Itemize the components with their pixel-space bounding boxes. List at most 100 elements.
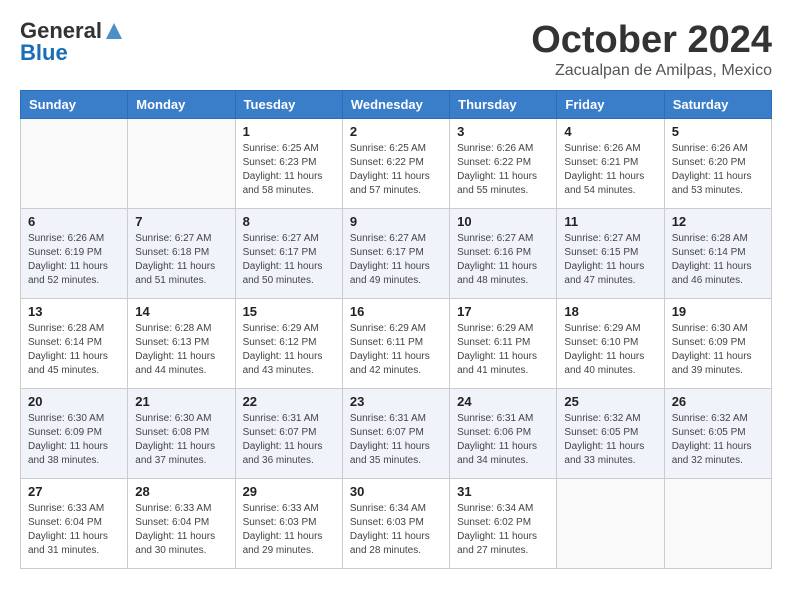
calendar-cell: 7 Sunrise: 6:27 AM Sunset: 6:18 PM Daylig… xyxy=(128,208,235,298)
day-number: 18 xyxy=(564,304,656,319)
day-number: 7 xyxy=(135,214,227,229)
calendar-cell: 16 Sunrise: 6:29 AM Sunset: 6:11 PM Dayli… xyxy=(342,298,449,388)
day-number: 20 xyxy=(28,394,120,409)
day-number: 24 xyxy=(457,394,549,409)
calendar-cell: 13 Sunrise: 6:28 AM Sunset: 6:14 PM Dayli… xyxy=(21,298,128,388)
calendar-cell: 23 Sunrise: 6:31 AM Sunset: 6:07 PM Dayli… xyxy=(342,388,449,478)
day-number: 17 xyxy=(457,304,549,319)
day-number: 11 xyxy=(564,214,656,229)
week-row-3: 13 Sunrise: 6:28 AM Sunset: 6:14 PM Dayli… xyxy=(21,298,772,388)
day-info: Sunrise: 6:29 AM Sunset: 6:10 PM Dayligh… xyxy=(564,322,656,378)
logo-icon xyxy=(104,21,124,41)
day-info: Sunrise: 6:32 AM Sunset: 6:05 PM Dayligh… xyxy=(672,412,764,468)
day-number: 28 xyxy=(135,484,227,499)
day-number: 13 xyxy=(28,304,120,319)
logo: General Blue xyxy=(20,20,124,64)
day-info: Sunrise: 6:29 AM Sunset: 6:12 PM Dayligh… xyxy=(243,322,335,378)
day-info: Sunrise: 6:33 AM Sunset: 6:04 PM Dayligh… xyxy=(28,502,120,558)
day-number: 21 xyxy=(135,394,227,409)
day-number: 9 xyxy=(350,214,442,229)
logo-blue-text: Blue xyxy=(20,42,68,64)
day-info: Sunrise: 6:28 AM Sunset: 6:14 PM Dayligh… xyxy=(28,322,120,378)
day-header-monday: Monday xyxy=(128,90,235,118)
day-number: 30 xyxy=(350,484,442,499)
day-info: Sunrise: 6:31 AM Sunset: 6:07 PM Dayligh… xyxy=(350,412,442,468)
calendar-cell: 20 Sunrise: 6:30 AM Sunset: 6:09 PM Dayli… xyxy=(21,388,128,478)
day-number: 25 xyxy=(564,394,656,409)
calendar-cell: 25 Sunrise: 6:32 AM Sunset: 6:05 PM Dayli… xyxy=(557,388,664,478)
day-info: Sunrise: 6:34 AM Sunset: 6:03 PM Dayligh… xyxy=(350,502,442,558)
day-info: Sunrise: 6:27 AM Sunset: 6:18 PM Dayligh… xyxy=(135,232,227,288)
day-info: Sunrise: 6:28 AM Sunset: 6:13 PM Dayligh… xyxy=(135,322,227,378)
calendar-table: SundayMondayTuesdayWednesdayThursdayFrid… xyxy=(20,90,772,569)
day-info: Sunrise: 6:27 AM Sunset: 6:15 PM Dayligh… xyxy=(564,232,656,288)
calendar-cell: 29 Sunrise: 6:33 AM Sunset: 6:03 PM Dayli… xyxy=(235,478,342,568)
day-number: 5 xyxy=(672,124,764,139)
day-info: Sunrise: 6:34 AM Sunset: 6:02 PM Dayligh… xyxy=(457,502,549,558)
day-info: Sunrise: 6:26 AM Sunset: 6:20 PM Dayligh… xyxy=(672,142,764,198)
day-info: Sunrise: 6:25 AM Sunset: 6:23 PM Dayligh… xyxy=(243,142,335,198)
day-number: 3 xyxy=(457,124,549,139)
day-header-tuesday: Tuesday xyxy=(235,90,342,118)
day-number: 31 xyxy=(457,484,549,499)
calendar-cell: 22 Sunrise: 6:31 AM Sunset: 6:07 PM Dayli… xyxy=(235,388,342,478)
day-info: Sunrise: 6:26 AM Sunset: 6:21 PM Dayligh… xyxy=(564,142,656,198)
day-info: Sunrise: 6:33 AM Sunset: 6:03 PM Dayligh… xyxy=(243,502,335,558)
day-number: 22 xyxy=(243,394,335,409)
day-info: Sunrise: 6:32 AM Sunset: 6:05 PM Dayligh… xyxy=(564,412,656,468)
day-number: 23 xyxy=(350,394,442,409)
calendar-cell: 14 Sunrise: 6:28 AM Sunset: 6:13 PM Dayli… xyxy=(128,298,235,388)
day-header-wednesday: Wednesday xyxy=(342,90,449,118)
calendar-cell: 31 Sunrise: 6:34 AM Sunset: 6:02 PM Dayli… xyxy=(450,478,557,568)
day-header-saturday: Saturday xyxy=(664,90,771,118)
calendar-cell xyxy=(128,118,235,208)
calendar-cell: 12 Sunrise: 6:28 AM Sunset: 6:14 PM Dayli… xyxy=(664,208,771,298)
calendar-cell: 28Sunrise: 6:33 AM Sunset: 6:04 PM Dayli… xyxy=(128,478,235,568)
day-header-sunday: Sunday xyxy=(21,90,128,118)
day-info: Sunrise: 6:27 AM Sunset: 6:16 PM Dayligh… xyxy=(457,232,549,288)
day-info: Sunrise: 6:28 AM Sunset: 6:14 PM Dayligh… xyxy=(672,232,764,288)
day-header-thursday: Thursday xyxy=(450,90,557,118)
day-number: 2 xyxy=(350,124,442,139)
day-info: Sunrise: 6:31 AM Sunset: 6:06 PM Dayligh… xyxy=(457,412,549,468)
calendar-cell: 4 Sunrise: 6:26 AM Sunset: 6:21 PM Daylig… xyxy=(557,118,664,208)
day-number: 4 xyxy=(564,124,656,139)
calendar-cell: 3Sunrise: 6:26 AM Sunset: 6:22 PM Daylig… xyxy=(450,118,557,208)
day-number: 12 xyxy=(672,214,764,229)
day-info: Sunrise: 6:30 AM Sunset: 6:08 PM Dayligh… xyxy=(135,412,227,468)
day-info: Sunrise: 6:27 AM Sunset: 6:17 PM Dayligh… xyxy=(350,232,442,288)
calendar-cell: 5 Sunrise: 6:26 AM Sunset: 6:20 PM Daylig… xyxy=(664,118,771,208)
location-title: Zacualpan de Amilpas, Mexico xyxy=(531,62,772,80)
calendar-cell: 10 Sunrise: 6:27 AM Sunset: 6:16 PM Dayli… xyxy=(450,208,557,298)
page-header: General Blue October 2024 Zacualpan de A… xyxy=(20,20,772,80)
calendar-cell: 24 Sunrise: 6:31 AM Sunset: 6:06 PM Dayli… xyxy=(450,388,557,478)
calendar-header-row: SundayMondayTuesdayWednesdayThursdayFrid… xyxy=(21,90,772,118)
calendar-cell: 27 Sunrise: 6:33 AM Sunset: 6:04 PM Dayli… xyxy=(21,478,128,568)
calendar-cell: 11 Sunrise: 6:27 AM Sunset: 6:15 PM Dayli… xyxy=(557,208,664,298)
calendar-cell: 9 Sunrise: 6:27 AM Sunset: 6:17 PM Daylig… xyxy=(342,208,449,298)
day-number: 8 xyxy=(243,214,335,229)
week-row-5: 27 Sunrise: 6:33 AM Sunset: 6:04 PM Dayli… xyxy=(21,478,772,568)
calendar-cell: 8Sunrise: 6:27 AM Sunset: 6:17 PM Daylig… xyxy=(235,208,342,298)
day-info: Sunrise: 6:31 AM Sunset: 6:07 PM Dayligh… xyxy=(243,412,335,468)
day-info: Sunrise: 6:29 AM Sunset: 6:11 PM Dayligh… xyxy=(457,322,549,378)
day-number: 29 xyxy=(243,484,335,499)
day-info: Sunrise: 6:25 AM Sunset: 6:22 PM Dayligh… xyxy=(350,142,442,198)
logo-general-text: General xyxy=(20,20,102,42)
day-number: 16 xyxy=(350,304,442,319)
day-number: 6 xyxy=(28,214,120,229)
calendar-cell: 19Sunrise: 6:30 AM Sunset: 6:09 PM Dayli… xyxy=(664,298,771,388)
calendar-cell: 6Sunrise: 6:26 AM Sunset: 6:19 PM Daylig… xyxy=(21,208,128,298)
day-number: 14 xyxy=(135,304,227,319)
week-row-2: 6Sunrise: 6:26 AM Sunset: 6:19 PM Daylig… xyxy=(21,208,772,298)
day-info: Sunrise: 6:30 AM Sunset: 6:09 PM Dayligh… xyxy=(28,412,120,468)
month-title: October 2024 xyxy=(531,20,772,62)
day-number: 10 xyxy=(457,214,549,229)
title-block: October 2024 Zacualpan de Amilpas, Mexic… xyxy=(531,20,772,80)
calendar-cell: 30 Sunrise: 6:34 AM Sunset: 6:03 PM Dayli… xyxy=(342,478,449,568)
day-number: 19 xyxy=(672,304,764,319)
day-number: 27 xyxy=(28,484,120,499)
day-info: Sunrise: 6:29 AM Sunset: 6:11 PM Dayligh… xyxy=(350,322,442,378)
day-number: 15 xyxy=(243,304,335,319)
calendar-cell: 1Sunrise: 6:25 AM Sunset: 6:23 PM Daylig… xyxy=(235,118,342,208)
